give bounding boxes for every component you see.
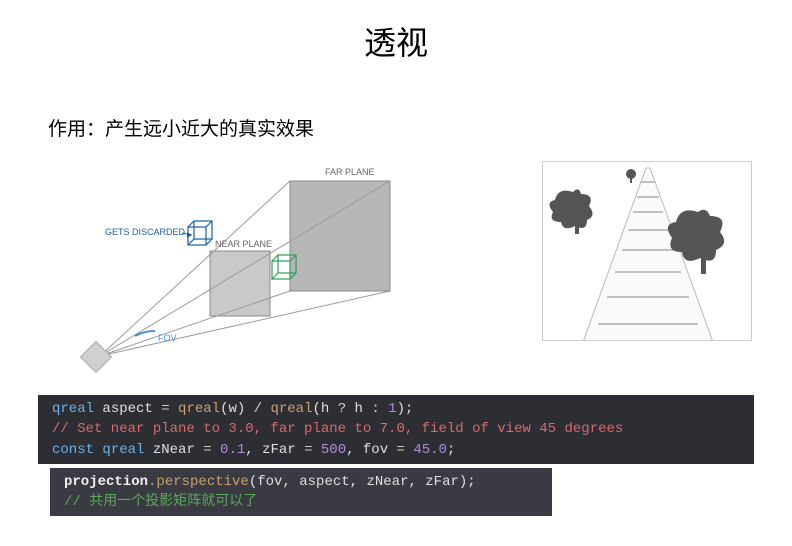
figures-row: FAR PLANE NEAR PLANE GETS DISCARDED FOV [0, 161, 792, 381]
discarded-label: GETS DISCARDED [105, 227, 186, 237]
code-snippet-2: projection.perspective(fov, aspect, zNea… [50, 468, 552, 517]
railroad-image [542, 161, 752, 341]
far-plane-label: FAR PLANE [325, 167, 375, 177]
near-plane-label: NEAR PLANE [215, 239, 272, 249]
page-title: 透视 [0, 0, 792, 64]
subtitle-text: 作用：产生远小近大的真实效果 [48, 114, 792, 141]
fov-label: FOV [158, 333, 177, 343]
frustum-diagram: FAR PLANE NEAR PLANE GETS DISCARDED FOV [40, 161, 440, 381]
code-snippet-1: qreal aspect = qreal(w) / qreal(h ? h : … [38, 395, 754, 464]
